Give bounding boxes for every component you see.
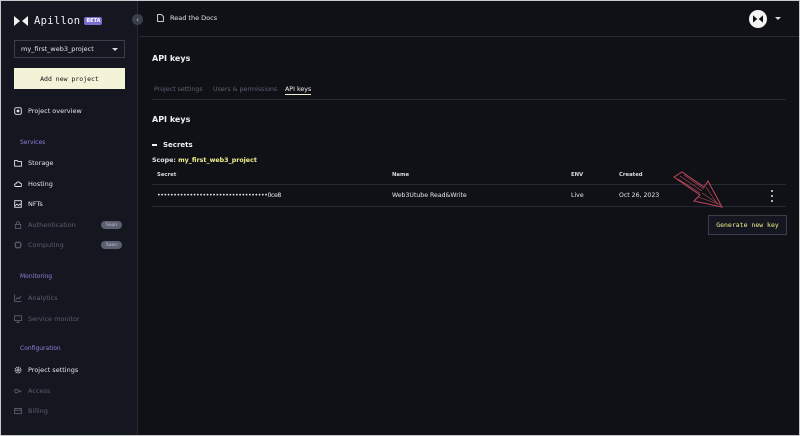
sidebar-item-service-monitor: Service monitor (14, 315, 80, 323)
column-header-env: ENV (571, 172, 584, 178)
chevron-down-icon (112, 47, 118, 51)
card-icon (14, 407, 22, 415)
avatar[interactable] (749, 10, 767, 28)
annotation-arrow-icon (673, 171, 723, 208)
page-title: API keys (152, 54, 191, 63)
monitor-icon (14, 315, 22, 323)
read-docs-label: Read the Docs (170, 14, 218, 22)
brand-name: Apillon (34, 15, 81, 27)
sidebar-item-label: Authentication (28, 221, 76, 229)
soon-badge: Soon (101, 241, 122, 249)
soon-badge: Soon (101, 221, 122, 229)
account-menu-chevron-icon[interactable] (775, 17, 781, 20)
sidebar-item-label: Storage (28, 159, 54, 167)
sidebar-item-label: Computing (28, 241, 64, 249)
sidebar-item-label: Billing (28, 407, 48, 415)
column-header-name: Name (392, 172, 410, 178)
sidebar-item-storage[interactable]: Storage (14, 159, 53, 167)
project-selector-value: my_first_web3_project (21, 45, 94, 53)
secrets-toggle[interactable]: Secrets (152, 141, 193, 149)
scope-label: Scope: my_first_web3_project (152, 157, 257, 164)
cell-secret: ••••••••••••••••••••••••••••••••••0ce8 (157, 192, 281, 199)
sidebar-item-label: Service monitor (28, 315, 80, 323)
sidebar-item-label: Hosting (28, 180, 53, 188)
sidebar-item-label: Project settings (28, 366, 79, 374)
sidebar-item-analytics: Analytics (14, 294, 58, 302)
document-icon (157, 14, 164, 22)
sidebar-item-authentication: Authentication (14, 221, 76, 229)
cell-name: Web3Utube Read&Write (392, 192, 467, 199)
lock-icon (14, 221, 22, 229)
sidebar-item-billing: Billing (14, 407, 48, 415)
cell-created: Oct 26, 2023 (619, 192, 660, 199)
tab-users-permissions[interactable]: Users & permissions (213, 86, 277, 93)
sidebar-item-access: Access (14, 387, 50, 395)
minus-icon (152, 144, 157, 146)
chart-icon (14, 294, 22, 302)
key-icon (14, 388, 22, 394)
column-header-secret: Secret (157, 172, 177, 178)
overview-icon (14, 107, 22, 115)
nft-icon (14, 200, 22, 208)
folder-icon (14, 160, 22, 167)
settings-tabs: Project settings Users & permissions API… (152, 86, 786, 100)
sidebar-item-computing: Computing (14, 241, 64, 249)
scope-prefix: Scope: (152, 157, 176, 164)
sidebar-item-label: Project overview (28, 107, 82, 115)
beta-badge: BETA (84, 17, 103, 25)
column-header-created: Created (619, 172, 643, 178)
sidebar-item-project-overview[interactable]: Project overview (14, 107, 82, 115)
tab-project-settings[interactable]: Project settings (154, 86, 203, 93)
collapse-sidebar-button[interactable]: ‹ (132, 14, 143, 25)
apillon-logo-icon (14, 16, 28, 26)
row-actions-menu-icon[interactable] (770, 190, 774, 202)
sidebar: Apillon BETA my_first_web3_project Add n… (1, 1, 138, 435)
sidebar-item-label: Access (28, 387, 51, 395)
user-logo-icon (753, 15, 763, 23)
sidebar-item-hosting[interactable]: Hosting (14, 180, 53, 188)
section-title: API keys (152, 115, 191, 124)
brand-logo[interactable]: Apillon BETA (14, 14, 103, 28)
section-monitoring: Monitoring (20, 273, 53, 280)
chip-icon (14, 241, 22, 249)
project-selector[interactable]: my_first_web3_project (14, 40, 125, 58)
sidebar-item-nfts[interactable]: NFTs (14, 200, 43, 208)
top-bar: Read the Docs (139, 1, 799, 37)
sidebar-item-project-settings[interactable]: Project settings (14, 366, 78, 374)
sidebar-item-label: NFTs (28, 200, 43, 208)
generate-new-key-button[interactable]: Generate new key (708, 215, 787, 235)
cell-env: Live (571, 192, 584, 199)
read-docs-link[interactable]: Read the Docs (157, 14, 217, 22)
sidebar-item-label: Analytics (28, 294, 58, 302)
gear-icon (14, 366, 22, 374)
section-services: Services (20, 139, 46, 146)
secrets-label: Secrets (163, 141, 193, 149)
cloud-icon (14, 181, 22, 187)
section-configuration: Configuration (20, 345, 61, 352)
scope-project: my_first_web3_project (178, 157, 257, 164)
add-project-button[interactable]: Add new project (14, 68, 125, 89)
tab-api-keys[interactable]: API keys (285, 86, 312, 95)
chevron-left-icon: ‹ (136, 15, 139, 24)
